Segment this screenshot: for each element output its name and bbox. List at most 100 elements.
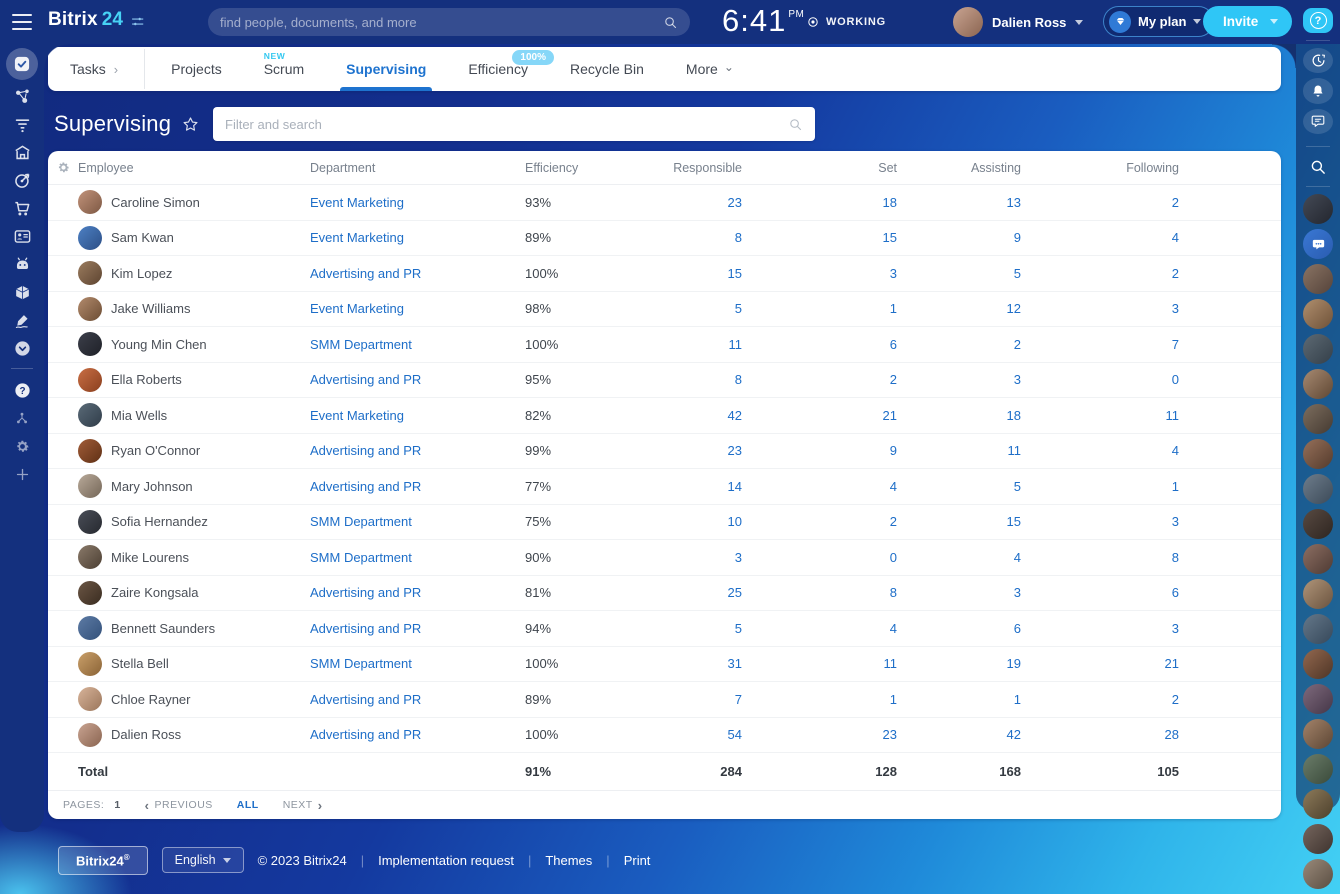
contact-avatar[interactable]: [1303, 544, 1333, 575]
assisting-count[interactable]: 5: [897, 479, 1021, 494]
implementation-request-link[interactable]: Implementation request: [378, 853, 514, 868]
assisting-count[interactable]: 3: [897, 585, 1021, 600]
following-count[interactable]: 4: [1021, 230, 1179, 245]
contact-avatar[interactable]: [1303, 509, 1333, 540]
employee-cell[interactable]: Mike Lourens: [78, 545, 310, 570]
col-header-set[interactable]: Set: [742, 161, 897, 175]
assisting-count[interactable]: 19: [897, 656, 1021, 671]
tab-scrum[interactable]: NEW Scrum: [262, 47, 306, 91]
themes-link[interactable]: Themes: [545, 853, 592, 868]
contact-avatar[interactable]: [1303, 789, 1333, 820]
assisting-count[interactable]: 12: [897, 301, 1021, 316]
responsible-count[interactable]: 8: [650, 230, 742, 245]
favorite-star-icon[interactable]: [181, 115, 200, 134]
department-link[interactable]: SMM Department: [310, 514, 525, 529]
assisting-count[interactable]: 1: [897, 692, 1021, 707]
menu-icon[interactable]: [12, 14, 32, 30]
employee-cell[interactable]: Chloe Rayner: [78, 687, 310, 712]
sidebar-item-sign[interactable]: [0, 306, 44, 334]
following-count[interactable]: 11: [1021, 408, 1180, 423]
sidebar-item-feed[interactable]: [0, 110, 44, 138]
search-icon[interactable]: [663, 15, 678, 30]
filter-input[interactable]: [225, 116, 788, 132]
set-count[interactable]: 0: [742, 550, 897, 565]
set-count[interactable]: 2: [742, 514, 897, 529]
set-count[interactable]: 4: [742, 621, 897, 636]
responsible-count[interactable]: 5: [650, 301, 742, 316]
contact-avatar[interactable]: [1303, 649, 1333, 680]
sidebar-item-crm[interactable]: [0, 166, 44, 194]
set-count[interactable]: 8: [742, 585, 897, 600]
group-chat-avatar[interactable]: [1303, 229, 1333, 260]
department-link[interactable]: Advertising and PR: [310, 621, 525, 636]
contact-avatar[interactable]: [1303, 334, 1333, 365]
set-count[interactable]: 9: [742, 443, 897, 458]
search-button[interactable]: [1303, 154, 1333, 179]
set-count[interactable]: 1: [742, 301, 897, 316]
following-count[interactable]: 3: [1021, 514, 1179, 529]
col-header-department[interactable]: Department: [310, 161, 525, 175]
responsible-count[interactable]: 15: [650, 266, 742, 281]
contact-avatar[interactable]: [1303, 474, 1333, 505]
user-menu[interactable]: Dalien Ross: [953, 7, 1084, 37]
sidebar-item-more[interactable]: [0, 334, 44, 362]
responsible-count[interactable]: 10: [650, 514, 742, 529]
sidebar-item-cart[interactable]: [0, 194, 44, 222]
working-status[interactable]: WORKING: [806, 15, 886, 29]
assisting-count[interactable]: 9: [897, 230, 1021, 245]
contact-avatar[interactable]: [1303, 299, 1333, 330]
assisting-count[interactable]: 18: [897, 408, 1021, 423]
following-count[interactable]: 3: [1021, 301, 1179, 316]
following-count[interactable]: 0: [1021, 372, 1179, 387]
set-count[interactable]: 15: [742, 230, 897, 245]
history-button[interactable]: [1303, 48, 1333, 74]
previous-page-button[interactable]: ‹ PREVIOUS: [145, 799, 213, 812]
department-link[interactable]: Event Marketing: [310, 301, 525, 316]
help-button[interactable]: ?: [1303, 8, 1333, 34]
employee-cell[interactable]: Stella Bell: [78, 651, 310, 676]
language-selector[interactable]: English: [161, 847, 244, 874]
sidebar-item-drive[interactable]: [0, 278, 44, 306]
set-count[interactable]: 1: [742, 692, 897, 707]
following-count[interactable]: 2: [1021, 692, 1179, 707]
responsible-count[interactable]: 23: [650, 443, 742, 458]
department-link[interactable]: Advertising and PR: [310, 692, 525, 707]
following-count[interactable]: 28: [1021, 727, 1179, 742]
work-clock[interactable]: 6:41 PM: [722, 3, 804, 39]
sidebar-item-help[interactable]: ?: [0, 376, 44, 404]
col-header-responsible[interactable]: Responsible: [650, 161, 742, 175]
employee-cell[interactable]: Dalien Ross: [78, 722, 310, 747]
sidebar-item-market[interactable]: [0, 138, 44, 166]
set-count[interactable]: 3: [742, 266, 897, 281]
responsible-count[interactable]: 11: [650, 337, 743, 352]
col-header-efficiency[interactable]: Efficiency: [525, 161, 650, 175]
messenger-button[interactable]: [1303, 108, 1333, 135]
tab-supervising[interactable]: Supervising: [340, 47, 433, 91]
following-count[interactable]: 6: [1021, 585, 1179, 600]
responsible-count[interactable]: 23: [650, 195, 742, 210]
following-count[interactable]: 1: [1021, 479, 1179, 494]
employee-cell[interactable]: Jake Williams: [78, 296, 310, 321]
set-count[interactable]: 2: [742, 372, 897, 387]
assisting-count[interactable]: 4: [897, 550, 1021, 565]
invite-button[interactable]: Invite: [1203, 6, 1293, 37]
following-count[interactable]: 8: [1021, 550, 1179, 565]
following-count[interactable]: 2: [1021, 266, 1179, 281]
employee-cell[interactable]: Zaire Kongsala: [78, 580, 310, 605]
global-search[interactable]: [208, 8, 690, 36]
department-link[interactable]: Advertising and PR: [310, 727, 525, 742]
tab-projects[interactable]: Projects: [169, 47, 224, 91]
col-header-employee[interactable]: Employee: [78, 161, 310, 175]
assisting-count[interactable]: 6: [897, 621, 1021, 636]
sidebar-item-add[interactable]: [0, 460, 44, 488]
responsible-count[interactable]: 54: [650, 727, 742, 742]
following-count[interactable]: 4: [1021, 443, 1179, 458]
employee-cell[interactable]: Ella Roberts: [78, 367, 310, 392]
department-link[interactable]: Advertising and PR: [310, 266, 525, 281]
footer-brand-button[interactable]: Bitrix24®: [58, 845, 148, 875]
employee-cell[interactable]: Mia Wells: [78, 403, 310, 428]
department-link[interactable]: Advertising and PR: [310, 372, 525, 387]
department-link[interactable]: Event Marketing: [310, 195, 525, 210]
responsible-count[interactable]: 31: [650, 656, 742, 671]
table-settings-gear-icon[interactable]: [48, 160, 78, 175]
